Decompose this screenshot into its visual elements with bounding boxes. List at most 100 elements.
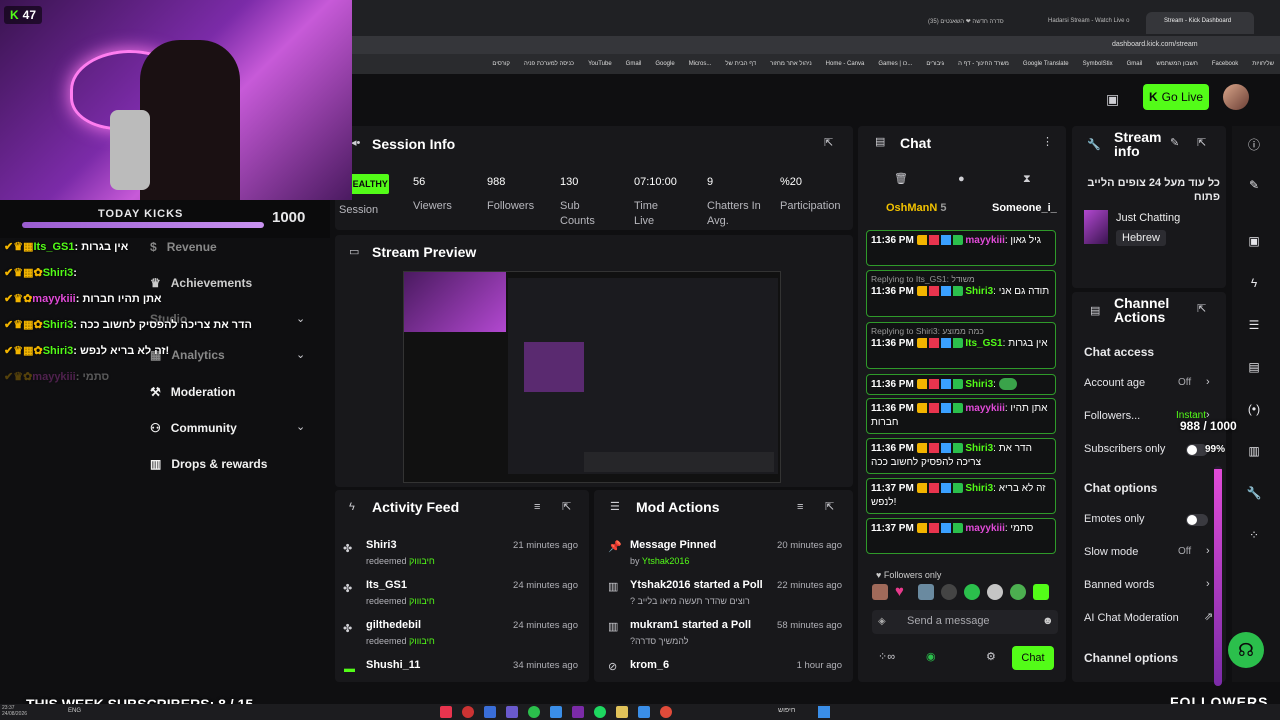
tab-kick-dashboard[interactable]: Stream - Kick Dashboard (1146, 12, 1254, 34)
windows-start-icon[interactable] (818, 706, 830, 718)
nav-community[interactable]: ⚇ Community (150, 421, 237, 435)
nav-drops-rewards[interactable]: ▥ Drops & rewards (150, 457, 267, 471)
chevron-down-icon[interactable]: ⌄ (296, 350, 305, 361)
chat-username[interactable]: mayykiii (965, 523, 1004, 534)
app-icon[interactable] (528, 706, 540, 718)
app-icon[interactable] (506, 706, 518, 718)
camera-icon[interactable]: ▣ (1106, 92, 1119, 106)
stream-preview-video[interactable] (403, 271, 781, 483)
mod-action-user[interactable]: Ytshak2016 (642, 556, 690, 566)
bookmark[interactable]: Games | כו... (878, 61, 912, 67)
pencil-icon[interactable]: ✎ (1170, 138, 1179, 149)
media-icon[interactable]: ▣ (1244, 234, 1264, 250)
bookmark[interactable]: Micros... (689, 61, 712, 67)
app-icon[interactable] (484, 706, 496, 718)
chat-username[interactable]: Shiri3 (965, 443, 993, 454)
chat-icon[interactable]: ▤ (1244, 360, 1264, 376)
chevron-down-icon[interactable]: ⌄ (296, 422, 305, 433)
bookmark[interactable]: שליחויות (1252, 61, 1274, 67)
category-thumbnail[interactable] (1084, 210, 1108, 244)
bookmark[interactable]: כניסה למערכת פניה (524, 61, 574, 67)
emote-icon[interactable] (1033, 584, 1049, 600)
setting-value[interactable]: Off (1178, 546, 1191, 557)
chat-username[interactable]: Shiri3 (965, 483, 993, 494)
bookmark[interactable]: SymbolStix (1083, 61, 1113, 67)
chat-input[interactable]: ◈ Send a message ☻ (872, 610, 1058, 634)
bookmark[interactable]: קורסים (492, 61, 510, 67)
chevron-down-icon[interactable]: ⌄ (296, 314, 305, 325)
emote-icon[interactable] (872, 584, 888, 600)
taskbar-search[interactable]: חיפוש (778, 707, 795, 714)
points-icon[interactable]: ⁘ (1244, 528, 1264, 544)
chat-bubble-icon[interactable]: ● (958, 174, 965, 185)
gear-icon[interactable]: ⚙ (986, 652, 996, 663)
bookmark[interactable]: Google Translate (1023, 61, 1069, 67)
emote-icon[interactable] (918, 584, 934, 600)
feed-user[interactable]: Shiri3 (366, 539, 397, 551)
emotes-only-toggle[interactable] (1186, 514, 1208, 526)
app-icon[interactable] (550, 706, 562, 718)
nav-revenue[interactable]: $ Revenue (150, 240, 217, 254)
app-icon[interactable] (616, 706, 628, 718)
bookmark[interactable]: דף הבית של (725, 61, 756, 67)
emote-icon[interactable] (964, 584, 980, 600)
popout-icon[interactable]: ⇱ (562, 502, 571, 513)
wrench-icon[interactable]: 🔧 (1244, 486, 1264, 502)
category-name[interactable]: Just Chatting (1116, 212, 1180, 224)
stream-tag[interactable]: Hebrew (1116, 230, 1166, 246)
support-chat-icon[interactable]: ☊ (1228, 632, 1264, 668)
top-chatter[interactable]: OshManN 5 (886, 202, 947, 214)
app-icon[interactable] (440, 706, 452, 718)
feed-user[interactable]: gilthedebil (366, 619, 421, 631)
emote-icon[interactable] (1010, 584, 1026, 600)
emote-icon[interactable] (941, 584, 957, 600)
filter-icon[interactable]: ≡ (797, 502, 803, 513)
popout-icon[interactable]: ⇱ (1197, 304, 1206, 315)
popout-icon[interactable]: ⇱ (825, 502, 834, 513)
avatar[interactable] (1223, 84, 1249, 110)
hourglass-icon[interactable]: ⧗ (1023, 174, 1031, 185)
bookmark[interactable]: YouTube (588, 61, 612, 67)
chevron-right-icon[interactable]: › (1206, 579, 1210, 590)
app-icon[interactable] (638, 706, 650, 718)
chat-username[interactable]: Its_GS1 (965, 338, 1002, 349)
points-icon[interactable]: ⁘∞ (878, 652, 895, 663)
heart-emote-icon[interactable]: ♥ (895, 584, 911, 600)
app-icon[interactable] (462, 706, 474, 718)
bookmark[interactable]: ניהול אתר מחזור (770, 61, 812, 67)
bookmark[interactable]: Facebook (1212, 61, 1238, 67)
list-icon[interactable]: ☰ (1244, 318, 1264, 334)
bookmark[interactable]: משרד החינוך - דף ה (958, 61, 1009, 67)
feed-user[interactable]: Shushi_11 (366, 659, 420, 671)
popout-icon[interactable]: ⇱ (824, 138, 833, 149)
bookmark[interactable]: Home - Canva (826, 61, 865, 67)
send-chat-button[interactable]: Chat (1012, 646, 1054, 670)
popout-icon[interactable]: ⇱ (1197, 138, 1206, 149)
app-icon[interactable] (594, 706, 606, 718)
bookmark[interactable]: Google (655, 61, 674, 67)
chat-username[interactable]: Shiri3 (965, 379, 993, 390)
filter-icon[interactable]: ≡ (534, 502, 540, 513)
info-icon[interactable]: ⓘ (1244, 136, 1264, 152)
tab-watch-live[interactable]: Hadarsi Stream - Watch Live o (1030, 12, 1142, 34)
kick-coin-icon[interactable]: ◉ (926, 652, 936, 663)
app-icon[interactable] (660, 706, 672, 718)
chat-username[interactable]: mayykiii (965, 235, 1004, 246)
more-icon[interactable]: ⋮ (1042, 137, 1053, 148)
pencil-icon[interactable]: ✎ (1244, 178, 1264, 194)
top-chatter[interactable]: Someone_i_ (992, 202, 1057, 214)
nav-moderation[interactable]: ⚒ Moderation (150, 385, 235, 399)
bookmark[interactable]: גיבורים (926, 61, 944, 67)
broadcast-icon[interactable]: (•) (1244, 402, 1264, 418)
external-link-icon[interactable]: ⇗ (1204, 612, 1213, 623)
setting-value[interactable]: Off (1178, 377, 1191, 388)
emoji-icon[interactable]: ☻ (1042, 615, 1054, 627)
bookmark[interactable]: Gmail (1127, 61, 1143, 67)
chevron-right-icon[interactable]: › (1206, 377, 1210, 388)
bolt-icon[interactable]: ϟ (1244, 276, 1264, 292)
feed-user[interactable]: Its_GS1 (366, 579, 407, 591)
app-icon[interactable] (572, 706, 584, 718)
go-live-button[interactable]: K Go Live (1143, 84, 1209, 110)
tab-series[interactable]: סדרה חדשה ❤ השאנטים (35) (910, 12, 1026, 34)
chat-username[interactable]: Shiri3 (965, 286, 993, 297)
